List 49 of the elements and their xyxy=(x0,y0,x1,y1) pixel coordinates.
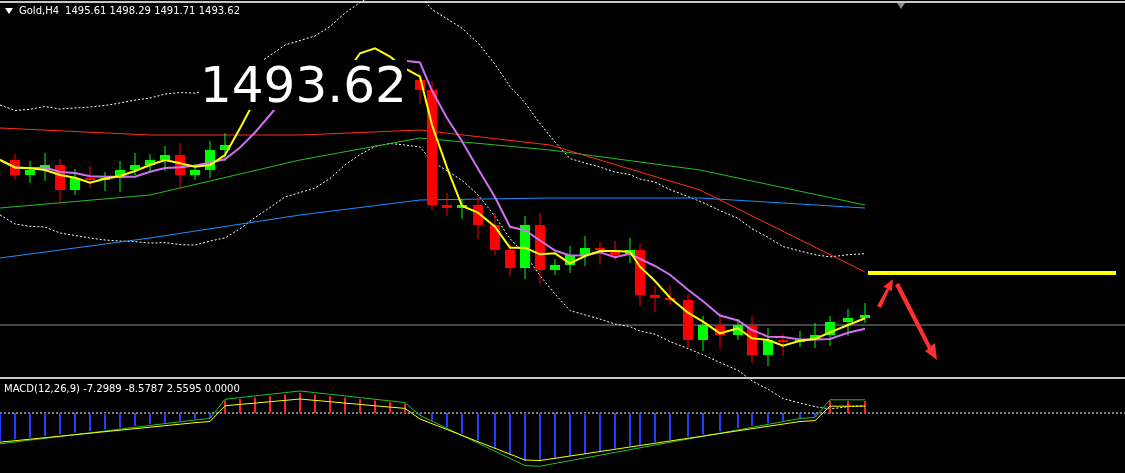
candlestick xyxy=(683,293,693,349)
candlestick xyxy=(733,318,743,341)
candlestick xyxy=(145,153,155,174)
candlestick xyxy=(130,152,140,176)
candlestick xyxy=(520,215,530,280)
candlestick xyxy=(220,132,230,162)
candlestick xyxy=(473,195,483,240)
candlestick xyxy=(55,158,65,205)
ohlc-values: 1495.61 1498.29 1491.71 1493.62 xyxy=(65,5,240,16)
candlestick xyxy=(595,241,605,265)
candlestick xyxy=(778,333,788,357)
triangle-icon xyxy=(897,3,905,9)
candlestick xyxy=(457,198,467,220)
up-arrow-icon xyxy=(877,279,893,308)
candlestick xyxy=(490,212,500,256)
candlestick xyxy=(610,240,620,261)
candlestick xyxy=(85,165,95,189)
dropdown-triangle-icon[interactable] xyxy=(5,7,13,14)
candlestick xyxy=(10,153,20,181)
candlestick xyxy=(115,160,125,193)
candlestick xyxy=(205,140,215,179)
candlestick xyxy=(698,315,708,352)
symbol-label: Gold,H4 xyxy=(19,5,60,16)
candlestick xyxy=(860,302,870,324)
candlestick xyxy=(550,258,560,276)
candlestick xyxy=(843,308,853,337)
candlestick xyxy=(190,163,200,181)
candlestick xyxy=(100,171,110,192)
candlestick xyxy=(160,145,170,172)
candlestick xyxy=(442,192,452,217)
candlestick xyxy=(505,243,515,277)
candlestick xyxy=(825,315,835,347)
candlestick xyxy=(810,322,820,349)
candlestick xyxy=(415,73,425,105)
candlestick xyxy=(70,168,80,196)
down-arrow-icon xyxy=(895,283,937,360)
price-overlay: 1493.62 xyxy=(200,60,407,110)
candlestick xyxy=(715,312,725,350)
candlestick xyxy=(25,160,35,184)
candlestick xyxy=(40,152,50,182)
candlestick xyxy=(580,235,590,267)
candlestick xyxy=(650,285,660,313)
candlestick xyxy=(763,327,773,367)
candlestick xyxy=(795,330,805,348)
candlestick xyxy=(665,285,675,306)
candlestick xyxy=(747,315,757,364)
candlestick xyxy=(175,142,185,190)
macd-label: MACD(12,26,9) -7.2989 -8.5787 2.5595 0.0000 xyxy=(4,383,240,394)
candlestick xyxy=(565,245,575,274)
